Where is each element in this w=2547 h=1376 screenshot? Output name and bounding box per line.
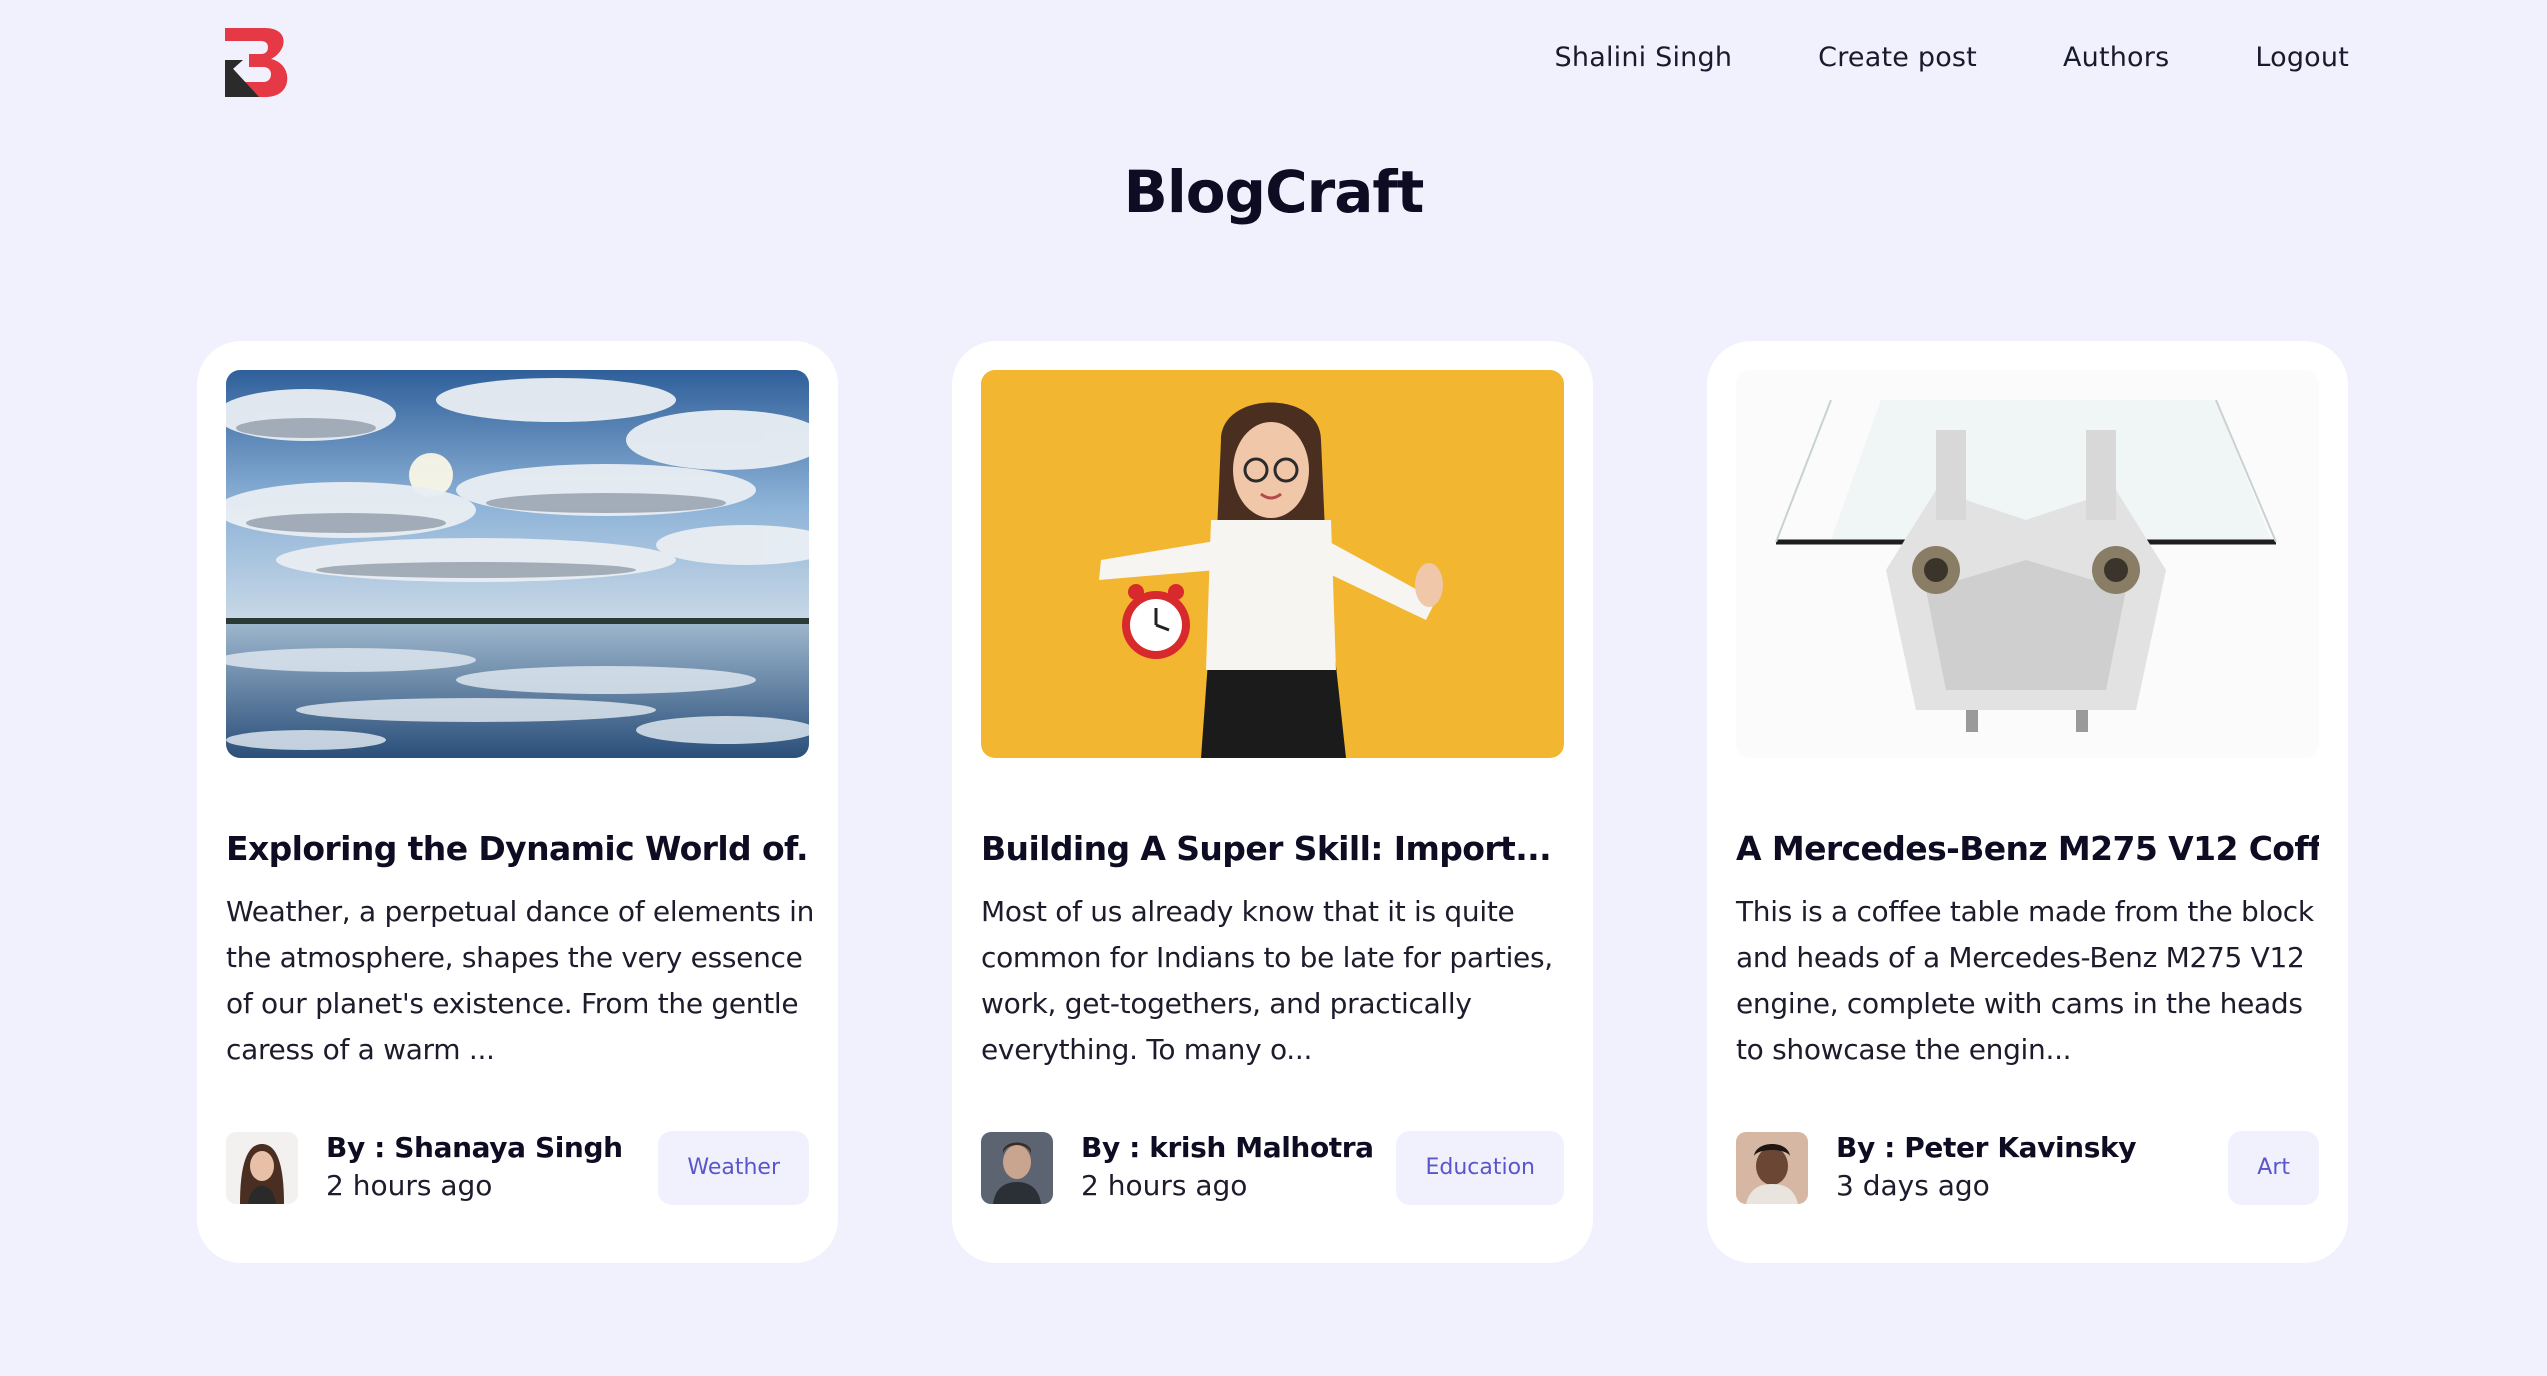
post-meta: By : krish Malhotra 2 hours ago Educatio… <box>981 1131 1564 1205</box>
category-tag[interactable]: Weather <box>658 1131 809 1205</box>
woman-avatar-icon <box>226 1132 298 1204</box>
post-description: This is a coffee table made from the blo… <box>1736 895 2314 1066</box>
nav-authors[interactable]: Authors <box>2063 42 2169 73</box>
post-time: 2 hours ago <box>1081 1169 1248 1202</box>
post-card[interactable]: Building A Super Skill: Import... Most o… <box>952 341 1593 1263</box>
author-avatar[interactable] <box>981 1132 1053 1204</box>
author-avatar[interactable] <box>226 1132 298 1204</box>
man-avatar-icon <box>1736 1132 1808 1204</box>
post-time: 3 days ago <box>1836 1169 1990 1202</box>
post-title[interactable]: A Mercedes-Benz M275 V12 Coffe... <box>1736 829 2319 868</box>
post-image[interactable] <box>981 370 1564 758</box>
author-name[interactable]: By : krish Malhotra <box>1081 1131 1374 1164</box>
post-description: Weather, a perpetual dance of elements i… <box>226 895 815 1066</box>
page-title: BlogCraft <box>1123 158 1425 226</box>
post-description: Most of us already know that it is quite… <box>981 895 1553 1066</box>
author-name[interactable]: By : Shanaya Singh <box>326 1131 623 1164</box>
post-card[interactable]: Exploring the Dynamic World of... Weathe… <box>197 341 838 1263</box>
post-card[interactable]: A Mercedes-Benz M275 V12 Coffe... This i… <box>1707 341 2348 1263</box>
post-title[interactable]: Building A Super Skill: Import... <box>981 829 1564 868</box>
post-time: 2 hours ago <box>326 1169 493 1202</box>
nav-logout[interactable]: Logout <box>2255 42 2349 73</box>
man-avatar-icon <box>981 1132 1053 1204</box>
sky-clouds-lake-image <box>226 370 809 758</box>
post-meta: By : Peter Kavinsky 3 days ago Art <box>1736 1131 2319 1205</box>
girl-with-alarm-clock-image <box>981 370 1564 758</box>
category-tag[interactable]: Art <box>2228 1131 2319 1205</box>
blogcraft-logo-icon[interactable] <box>221 26 289 98</box>
author-name[interactable]: By : Peter Kavinsky <box>1836 1131 2136 1164</box>
post-title[interactable]: Exploring the Dynamic World of... <box>226 829 809 868</box>
nav-user-name[interactable]: Shalini Singh <box>1555 42 1733 73</box>
author-avatar[interactable] <box>1736 1132 1808 1204</box>
category-tag[interactable]: Education <box>1396 1131 1564 1205</box>
post-image[interactable] <box>226 370 809 758</box>
top-navigation: Shalini Singh Create post Authors Logout <box>0 0 2547 130</box>
post-meta: By : Shanaya Singh 2 hours ago Weather <box>226 1131 809 1205</box>
main-nav: Shalini Singh Create post Authors Logout <box>1555 42 2349 73</box>
engine-coffee-table-image <box>1736 370 2319 758</box>
nav-create-post[interactable]: Create post <box>1818 42 1977 73</box>
post-image[interactable] <box>1736 370 2319 758</box>
